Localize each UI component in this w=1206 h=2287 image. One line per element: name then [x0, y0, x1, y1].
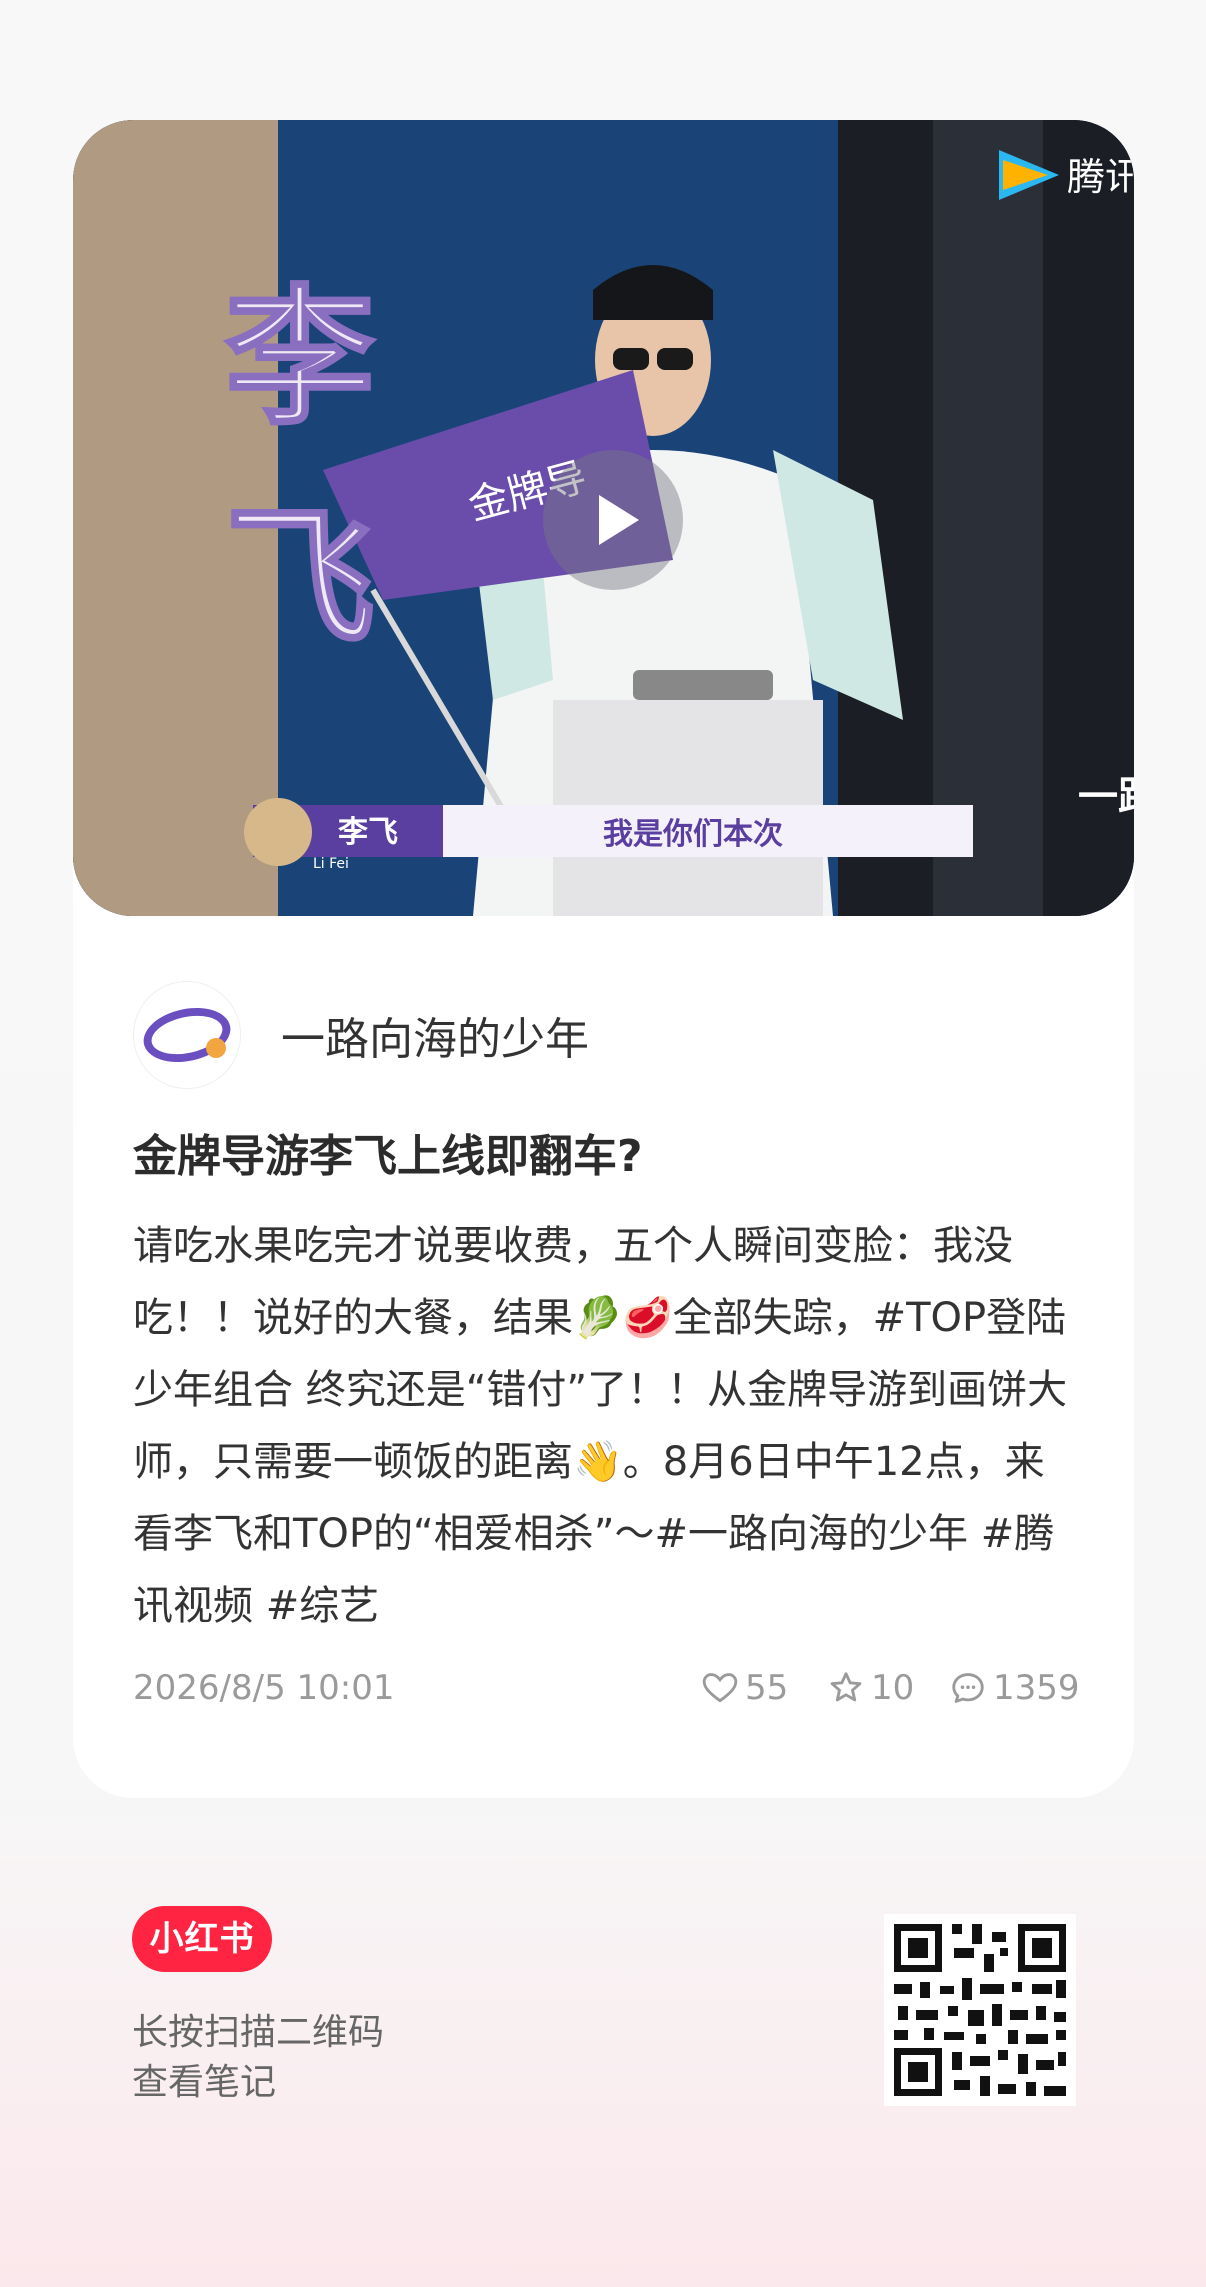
play-button[interactable]	[543, 450, 683, 590]
star-icon	[830, 1672, 862, 1702]
heart-icon	[702, 1673, 738, 1703]
author-row[interactable]: 一路向海的少年	[133, 980, 589, 1090]
avatar-logo-icon	[134, 982, 240, 1088]
corner-text: 一路的	[1078, 774, 1134, 820]
note-title: 金牌导游李飞上线即翻车?	[133, 1131, 643, 1182]
note-card: 金牌导 李 飞 腾讯 李飞 Li Fei 我是你们本次 一路的	[73, 120, 1134, 1798]
comment-icon	[952, 1673, 984, 1703]
comment-count: 1359	[993, 1668, 1080, 1708]
svg-text:腾讯: 腾讯	[1067, 155, 1134, 199]
body-spacer	[253, 1583, 266, 1629]
hashtag-variety[interactable]: #综艺	[266, 1583, 380, 1629]
note-body: 请吃水果吃完才说要收费，五个人瞬间变脸：我没吃！！说好的大餐，结果🥬🥩全部失踪，…	[133, 1210, 1083, 1642]
footer-hint: 长按扫描二维码 查看笔记	[132, 2008, 384, 2108]
footer-hint-line2: 查看笔记	[132, 2062, 277, 2103]
post-date: 2026/8/5 10:01	[133, 1668, 395, 1708]
name-overlay-2: 飞	[225, 492, 375, 666]
svg-text:李飞: 李飞	[338, 815, 398, 850]
collect-button[interactable]: 10	[827, 1668, 914, 1708]
name-overlay-1: 李	[225, 272, 375, 446]
footer-hint-line1: 长按扫描二维码	[132, 2012, 385, 2053]
body-spacer	[968, 1511, 981, 1557]
hashtag-show[interactable]: #一路向海的少年	[654, 1511, 968, 1557]
qr-code[interactable]	[884, 1914, 1076, 2106]
comment-button[interactable]: 1359	[949, 1668, 1080, 1708]
xiaohongshu-logo: 小红书	[132, 1906, 272, 1972]
svg-text:我是你们本次: 我是你们本次	[603, 817, 783, 852]
meta-row: 2026/8/5 10:01 55 10 1359	[133, 1668, 1083, 1718]
author-name[interactable]: 一路向海的少年	[281, 1003, 589, 1067]
like-count: 55	[745, 1668, 789, 1708]
collect-count: 10	[871, 1668, 915, 1708]
like-button[interactable]: 55	[701, 1668, 788, 1708]
qr-code-icon	[884, 1914, 1076, 2106]
avatar[interactable]	[133, 981, 241, 1089]
svg-text:Li Fei: Li Fei	[313, 856, 349, 872]
video-cover[interactable]: 金牌导 李 飞 腾讯 李飞 Li Fei 我是你们本次 一路的	[73, 120, 1134, 916]
